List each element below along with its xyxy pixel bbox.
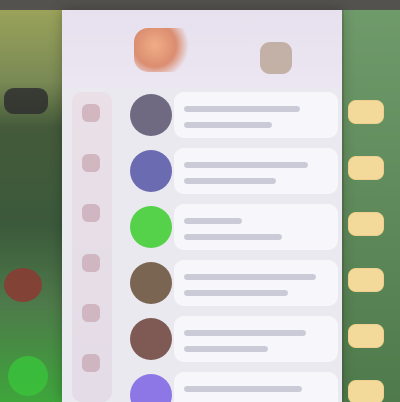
rail-dot-icon[interactable] [82,104,100,122]
status-badge[interactable] [348,100,384,124]
list-item-card[interactable] [174,316,338,362]
ghost-text-line [184,346,268,352]
ghost-text-line [184,386,302,392]
list-item-card[interactable] [174,148,338,194]
list-item-card[interactable] [174,92,338,138]
status-badge[interactable] [348,380,384,402]
rail-dot-icon[interactable] [82,204,100,222]
ghost-text-line [184,234,282,240]
list-item[interactable] [112,198,384,254]
avatar[interactable] [130,318,172,360]
ghost-text-line [184,162,308,168]
avatar[interactable] [130,374,172,402]
avatar[interactable] [130,206,172,248]
list-item-card[interactable] [174,204,338,250]
top-edge [0,0,400,10]
list-item[interactable] [112,310,384,366]
list-item[interactable] [112,86,384,142]
ghost-text-line [184,290,288,296]
list-item-card[interactable] [174,372,338,402]
left-red-badge-icon [4,268,42,302]
avatar[interactable] [130,262,172,304]
left-dark-pill-icon [4,88,48,114]
list-item-card[interactable] [174,260,338,306]
rail-dot-icon[interactable] [82,354,100,372]
panel-header [62,10,342,88]
rail-dot-icon[interactable] [82,254,100,272]
status-badge[interactable] [348,324,384,348]
list-item[interactable] [112,142,384,198]
ghost-text-line [184,330,306,336]
header-logo-icon [134,28,194,72]
ghost-text-line [184,178,276,184]
status-badge[interactable] [348,156,384,180]
ghost-text-line [184,218,242,224]
app-screen [0,0,400,402]
ghost-text-line [184,106,300,112]
avatar[interactable] [130,94,172,136]
left-green-badge-icon [8,356,48,396]
rail-dot-icon[interactable] [82,154,100,172]
rail-dot-icon[interactable] [82,304,100,322]
list-item[interactable] [112,254,384,310]
header-mini-icon[interactable] [260,42,292,74]
list [112,86,384,402]
status-badge[interactable] [348,212,384,236]
status-badge[interactable] [348,268,384,292]
avatar[interactable] [130,150,172,192]
left-background-strip [0,10,64,402]
ghost-text-line [184,274,316,280]
ghost-text-line [184,122,272,128]
list-item[interactable] [112,366,384,402]
